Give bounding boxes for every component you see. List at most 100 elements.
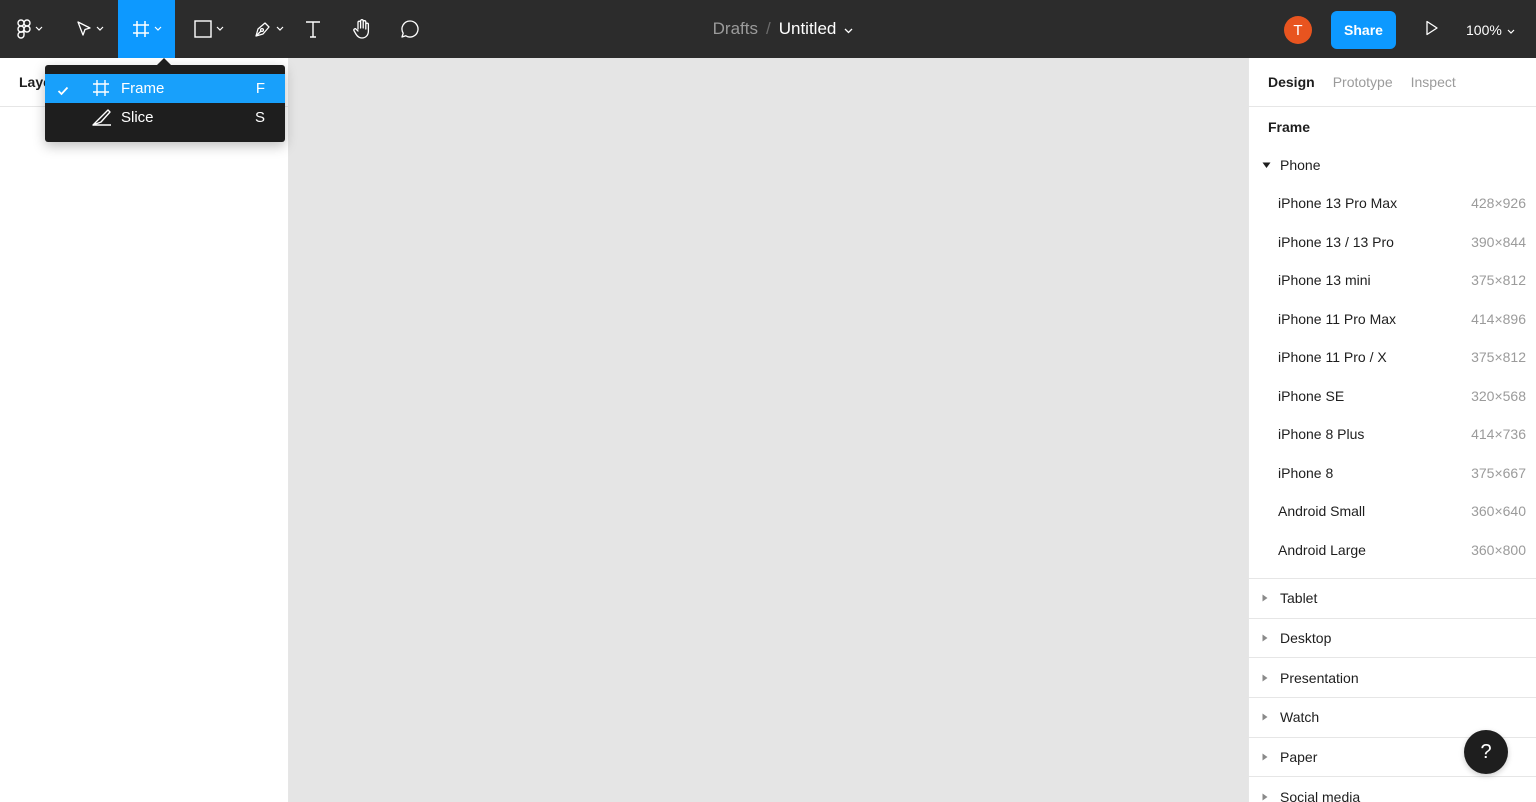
- group-label: Phone: [1280, 157, 1321, 173]
- preset-size: 320×568: [1471, 387, 1526, 404]
- slice-icon: [91, 107, 113, 131]
- panel-tabs: Design Prototype Inspect: [1249, 58, 1536, 107]
- group-header-desktop[interactable]: Desktop: [1249, 617, 1536, 658]
- preset-size: 428×926: [1471, 195, 1526, 212]
- preset-name: iPhone 13 / 13 Pro: [1278, 233, 1394, 250]
- preset-name: iPhone SE: [1278, 387, 1345, 404]
- breadcrumb-separator: /: [765, 19, 771, 38]
- present-button[interactable]: [1418, 16, 1446, 44]
- help-button[interactable]: ?: [1464, 730, 1508, 774]
- tab-prototype[interactable]: Prototype: [1333, 74, 1393, 90]
- chevron-down-icon: [154, 26, 162, 32]
- menu-item-shortcut: F: [255, 80, 265, 97]
- preset-size: 375×812: [1471, 349, 1526, 366]
- group-label: Tablet: [1280, 590, 1318, 607]
- share-button[interactable]: Share: [1331, 11, 1396, 49]
- preset-name: iPhone 8 Plus: [1278, 426, 1365, 443]
- hand-icon: [351, 18, 373, 40]
- zoom-dropdown[interactable]: 100%: [1466, 16, 1515, 44]
- layers-panel: Layers: [0, 58, 289, 802]
- preset-item[interactable]: iPhone 13 mini 375×812: [1249, 261, 1536, 300]
- pen-tool-button[interactable]: [240, 0, 296, 58]
- comment-bubble-icon: [399, 18, 421, 40]
- toolbar: Drafts / Untitled T Share 100%: [0, 0, 1536, 58]
- preset-size: 414×736: [1471, 426, 1526, 443]
- triangle-right-icon: [1262, 634, 1280, 642]
- triangle-down-icon: [1262, 162, 1280, 169]
- preset-item[interactable]: iPhone 11 Pro Max 414×896: [1249, 300, 1536, 339]
- preset-size: 360×640: [1471, 503, 1526, 520]
- triangle-right-icon: [1262, 713, 1280, 721]
- figma-logo-icon: [16, 19, 32, 39]
- tab-inspect[interactable]: Inspect: [1411, 74, 1456, 90]
- frame-tool-button[interactable]: [118, 0, 175, 58]
- preset-name: iPhone 13 Pro Max: [1278, 195, 1398, 212]
- chevron-down-icon: [216, 26, 224, 32]
- group-label: Desktop: [1280, 630, 1332, 647]
- shape-tool-button[interactable]: [180, 0, 236, 58]
- tab-design[interactable]: Design: [1268, 74, 1315, 90]
- preset-item[interactable]: iPhone SE 320×568: [1249, 377, 1536, 416]
- properties-panel: Design Prototype Inspect Frame Phone iPh…: [1248, 58, 1536, 802]
- chevron-down-icon: [1507, 22, 1515, 38]
- frame-section-title: Frame: [1268, 118, 1311, 135]
- file-name[interactable]: Untitled: [779, 19, 837, 39]
- phone-preset-group: Phone iPhone 13 Pro Max 428×926 iPhone 1…: [1249, 146, 1536, 578]
- menu-item-label: Slice: [121, 109, 154, 126]
- rectangle-icon: [193, 19, 213, 39]
- preset-name: iPhone 13 mini: [1278, 272, 1371, 289]
- menu-item-slice[interactable]: Slice S: [45, 103, 285, 132]
- preset-item[interactable]: iPhone 8 375×667: [1249, 454, 1536, 493]
- group-label: Social media: [1280, 788, 1361, 802]
- preset-size: 360×800: [1471, 541, 1526, 558]
- menu-item-shortcut: S: [254, 109, 265, 126]
- text-tool-button[interactable]: [296, 0, 330, 58]
- preset-name: iPhone 11 Pro / X: [1278, 349, 1387, 366]
- preset-size: 375×812: [1471, 272, 1526, 289]
- preset-item[interactable]: iPhone 13 Pro Max 428×926: [1249, 184, 1536, 223]
- canvas[interactable]: [289, 58, 1248, 802]
- zoom-level: 100%: [1466, 22, 1502, 38]
- frame-icon: [131, 19, 151, 39]
- group-header-tablet[interactable]: Tablet: [1249, 578, 1536, 618]
- triangle-right-icon: [1262, 674, 1280, 682]
- preset-size: 390×844: [1471, 233, 1526, 250]
- chevron-down-icon: [96, 26, 104, 32]
- triangle-right-icon: [1262, 793, 1280, 801]
- user-avatar[interactable]: T: [1284, 16, 1312, 44]
- breadcrumb-drafts-link[interactable]: Drafts: [713, 19, 758, 39]
- frame-tool-menu: Frame F Slice S: [45, 58, 285, 142]
- preset-item[interactable]: Android Small 360×640: [1249, 492, 1536, 531]
- menu-item-frame[interactable]: Frame F: [45, 74, 285, 103]
- group-header-presentation[interactable]: Presentation: [1249, 657, 1536, 697]
- hand-tool-button[interactable]: [344, 0, 380, 58]
- group-label: Paper: [1280, 749, 1318, 766]
- main-menu-button[interactable]: [0, 0, 58, 58]
- preset-size: 375×667: [1471, 464, 1526, 481]
- preset-size: 414×896: [1471, 310, 1526, 327]
- group-header-social-media[interactable]: Social media: [1249, 776, 1536, 802]
- text-icon: [303, 19, 323, 39]
- chevron-down-icon: [276, 26, 284, 32]
- frame-icon: [91, 78, 111, 102]
- play-icon: [1425, 20, 1439, 41]
- group-header-phone[interactable]: Phone: [1249, 146, 1536, 184]
- triangle-right-icon: [1262, 753, 1280, 761]
- preset-item[interactable]: iPhone 13 / 13 Pro 390×844: [1249, 223, 1536, 262]
- chevron-down-icon[interactable]: [844, 19, 853, 39]
- cursor-arrow-icon: [75, 20, 93, 38]
- pen-icon: [253, 19, 273, 39]
- menu-item-label: Frame: [121, 80, 165, 97]
- group-label: Presentation: [1280, 669, 1359, 686]
- checkmark-icon: [57, 83, 69, 100]
- comment-tool-button[interactable]: [392, 0, 428, 58]
- preset-name: iPhone 11 Pro Max: [1278, 310, 1397, 327]
- preset-item[interactable]: iPhone 11 Pro / X 375×812: [1249, 338, 1536, 377]
- preset-name: Android Small: [1278, 503, 1366, 520]
- preset-item[interactable]: iPhone 8 Plus 414×736: [1249, 415, 1536, 454]
- preset-item[interactable]: Android Large 360×800: [1249, 531, 1536, 570]
- move-tool-button[interactable]: [62, 0, 116, 58]
- chevron-down-icon: [35, 26, 43, 32]
- triangle-right-icon: [1262, 594, 1280, 602]
- group-label: Watch: [1280, 709, 1320, 726]
